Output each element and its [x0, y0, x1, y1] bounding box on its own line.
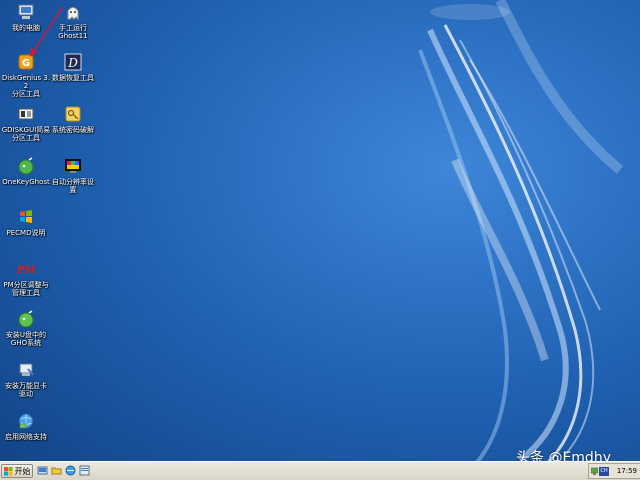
icon-label: 自动分辨率设 置: [52, 178, 94, 194]
svg-text:D: D: [67, 56, 78, 70]
icon-label: 启用网络支持: [5, 433, 47, 441]
start-label: 开始: [14, 466, 31, 476]
desktop-icon-install-driver[interactable]: 安装万能显卡 驱动: [0, 360, 52, 398]
language-indicator[interactable]: CH: [599, 467, 609, 476]
icon-label: OneKeyGhost: [2, 178, 50, 186]
icon-label: GDISKGUI简易 分区工具: [1, 126, 51, 142]
desktop[interactable]: 我的电脑 G DiskGenius 3.2 分区工具 GDISKGUI简易 分区…: [0, 0, 640, 480]
ghost-icon: [63, 2, 83, 22]
icon-label: 数据恢复工具: [52, 74, 94, 82]
icon-label: 系统密码破解: [52, 126, 94, 134]
computer-icon: [16, 2, 36, 22]
svg-text:G: G: [22, 58, 30, 69]
key-icon: [63, 104, 83, 124]
desktop-icon-manual-ghost[interactable]: 手工运行 Ghost11: [47, 2, 99, 40]
desktop-icon-diskgenius[interactable]: G DiskGenius 3.2 分区工具: [0, 52, 52, 98]
desktop-icon-password-crack[interactable]: 系统密码破解: [47, 104, 99, 134]
desktop-icon-pecmd[interactable]: PECMD说明: [0, 207, 52, 237]
explorer-icon[interactable]: [79, 465, 90, 476]
browser-icon[interactable]: [65, 465, 76, 476]
diskgenius-icon: G: [16, 52, 36, 72]
icon-label: 我的电脑: [12, 24, 40, 32]
windows-flag-icon: [16, 207, 36, 227]
icon-label: 手工运行 Ghost11: [58, 24, 88, 40]
network-globe-icon: [16, 411, 36, 431]
desktop-icon-data-recovery[interactable]: D 数据恢复工具: [47, 52, 99, 82]
gdiskgui-icon: [16, 104, 36, 124]
desktop-icon-enable-network[interactable]: 启用网络支持: [0, 411, 52, 441]
desktop-icon-pm-partition[interactable]: PM PM分区调整与 管理工具: [0, 259, 52, 297]
desktop-icon-install-gho[interactable]: 安装U盘中的 GHO系统: [0, 309, 52, 347]
icon-label: PECMD说明: [6, 229, 46, 237]
desktop-icon-gdiskgui[interactable]: GDISKGUI简易 分区工具: [0, 104, 52, 142]
system-tray: CH 17:59: [588, 463, 640, 479]
desktop-icon-my-computer[interactable]: 我的电脑: [0, 2, 52, 32]
icon-label: PM分区调整与 管理工具: [3, 281, 49, 297]
install-ghost-icon: [16, 309, 36, 329]
desktop-icon[interactable]: [37, 465, 48, 476]
icon-label: 安装U盘中的 GHO系统: [5, 331, 47, 347]
taskbar: 开始 CH 17:59: [0, 461, 640, 480]
folder-icon[interactable]: [51, 465, 62, 476]
clock[interactable]: 17:59: [617, 467, 637, 475]
driver-icon: [16, 360, 36, 380]
icon-label: DiskGenius 3.2 分区工具: [1, 74, 51, 98]
data-recovery-icon: D: [63, 52, 83, 72]
desktop-icon-onekeyghost[interactable]: OneKeyGhost: [0, 156, 52, 186]
onekeyghost-icon: [16, 156, 36, 176]
desktop-icon-auto-resolution[interactable]: 自动分辨率设 置: [47, 156, 99, 194]
network-status-icon[interactable]: [591, 467, 598, 476]
pm-icon: PM: [16, 259, 36, 279]
svg-text:PM: PM: [17, 265, 35, 276]
start-button[interactable]: 开始: [1, 464, 33, 478]
windows-logo-icon: [3, 466, 13, 476]
resolution-icon: [63, 156, 83, 176]
icon-label: 安装万能显卡 驱动: [5, 382, 47, 398]
